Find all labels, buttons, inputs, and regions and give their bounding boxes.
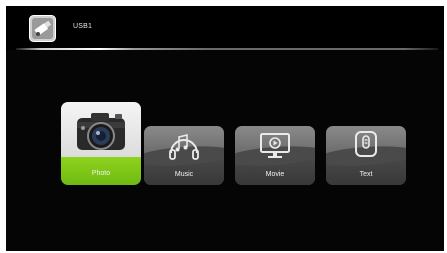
music-tile-label: Music (174, 171, 194, 178)
movie-tile-label: Movie (265, 171, 285, 178)
top-bar: USB1 (6, 6, 444, 50)
text-icon (355, 131, 377, 157)
movie-tile[interactable]: Movie (235, 126, 315, 185)
text-tile[interactable]: Text (326, 126, 406, 185)
photo-tile[interactable]: Photo (61, 102, 141, 185)
music-tile[interactable]: Music (144, 126, 224, 185)
music-icon (169, 133, 199, 160)
text-tile-label: Text (359, 171, 373, 178)
photo-tile-label: Photo (91, 170, 111, 177)
movie-icon (260, 133, 290, 158)
source-title: USB1 (73, 23, 93, 30)
usb-drive-icon (29, 15, 56, 42)
header-divider (16, 48, 438, 50)
media-player-screen: USB1 Photo Music Movie Text (6, 6, 444, 251)
camera-icon (77, 113, 125, 150)
